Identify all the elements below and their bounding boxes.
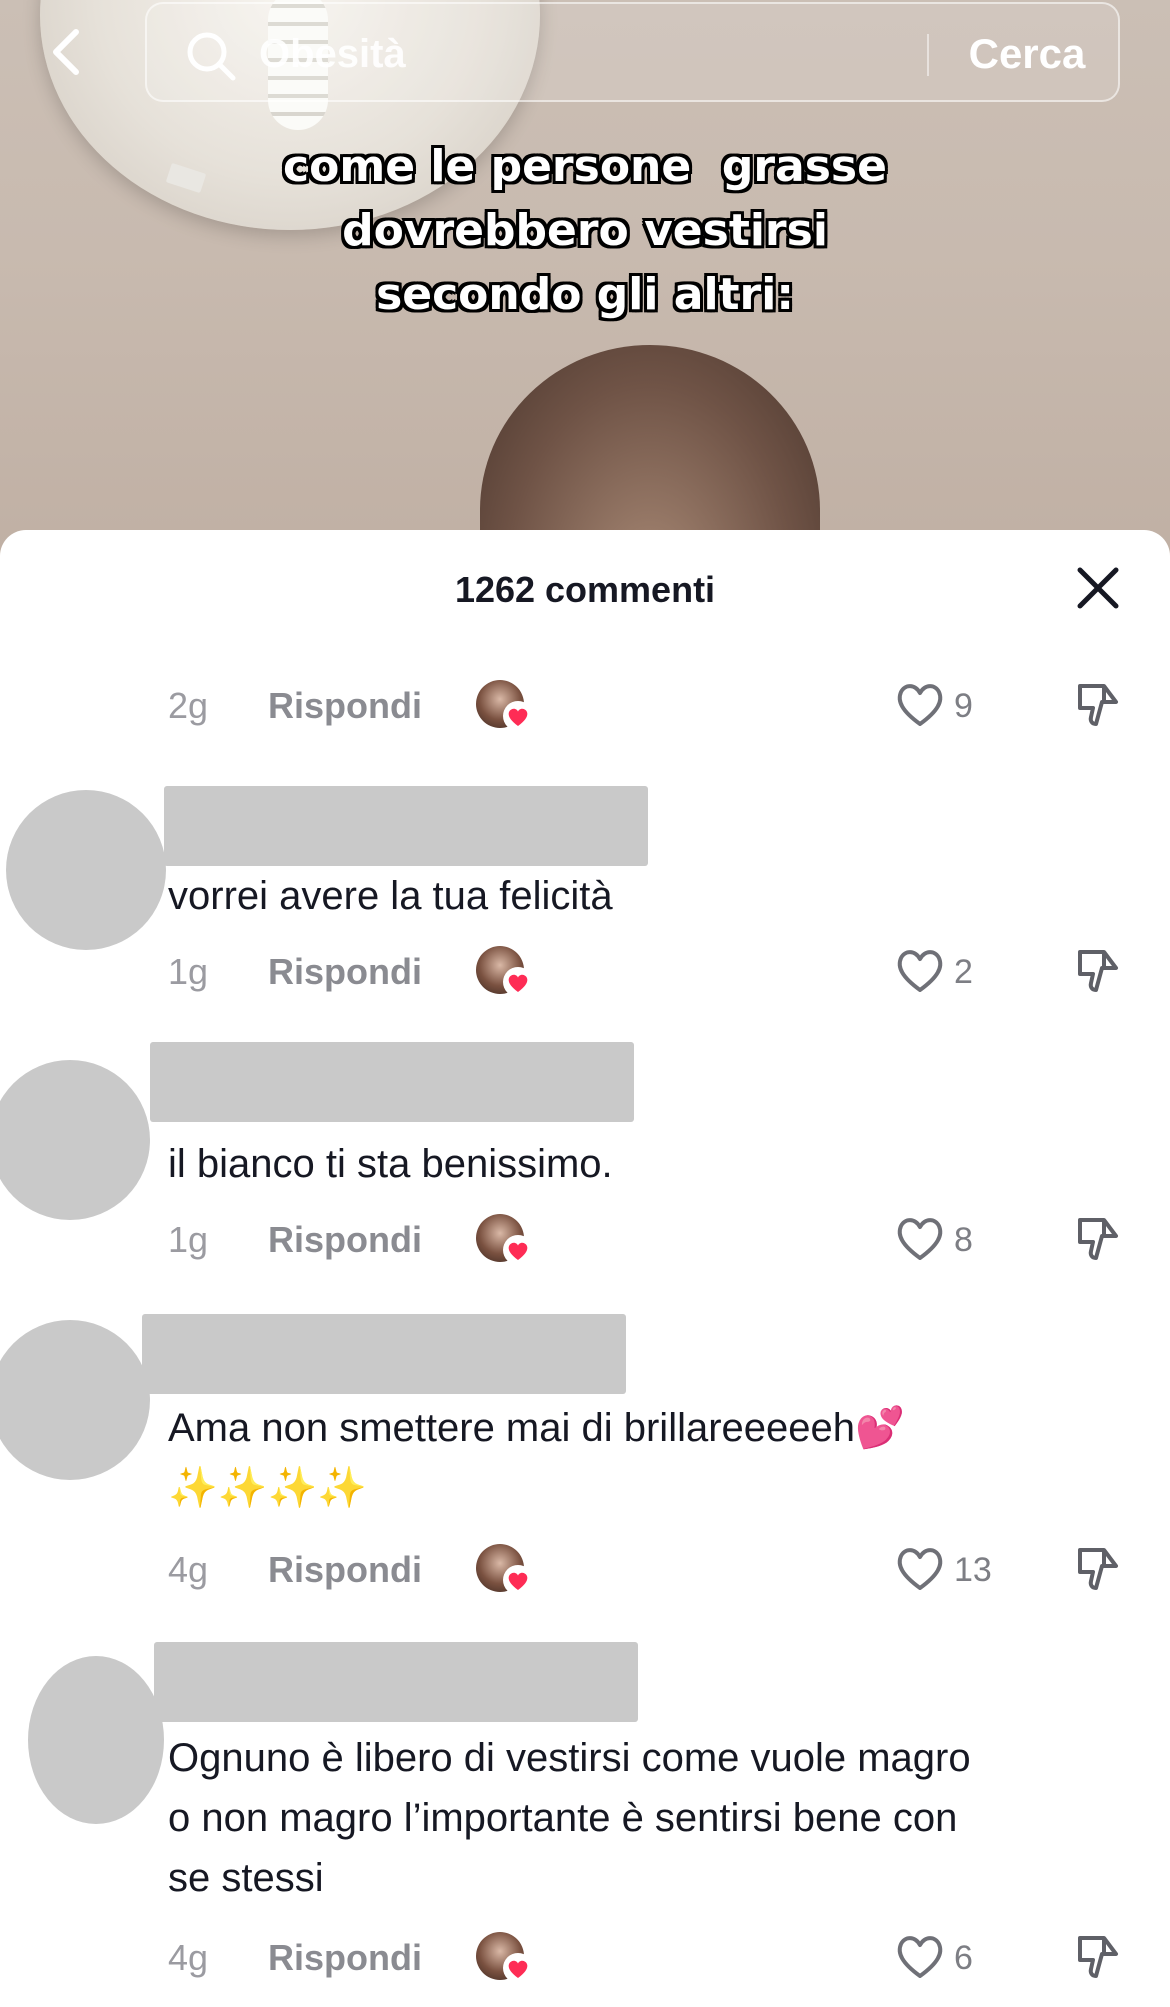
reply-button[interactable]: Rispondi: [268, 684, 422, 728]
comment-text: il bianco ti sta benissimo.: [168, 1142, 613, 1186]
caption-line: dovrebbero vestirsi: [342, 205, 828, 256]
comment-time: 2g: [168, 685, 209, 726]
comment-meta-row: 1g Rispondi 2: [0, 942, 1170, 1002]
like-button[interactable]: [892, 942, 948, 998]
chevron-left-icon: [53, 29, 79, 75]
comment-meta-row: 1g Rispondi 8: [0, 1210, 1170, 1270]
reply-button[interactable]: Rispondi: [268, 1548, 422, 1592]
heart-outline-icon: [897, 1218, 943, 1260]
dislike-button[interactable]: [1072, 1212, 1124, 1264]
username-placeholder[interactable]: [154, 1642, 638, 1722]
search-divider: [927, 34, 929, 76]
thumbs-down-icon: [1078, 1218, 1118, 1260]
comment-time: 1g: [168, 951, 209, 992]
username-placeholder[interactable]: [164, 786, 648, 866]
creator-liked-heart-icon: [503, 1565, 533, 1595]
search-button[interactable]: Cerca: [947, 30, 1107, 78]
comment-time: 1g: [168, 1219, 209, 1260]
comment-meta-row: 4g Rispondi 6: [0, 1928, 1170, 1988]
heart-outline-icon: [897, 1936, 943, 1978]
dislike-button[interactable]: [1072, 678, 1124, 730]
dislike-button[interactable]: [1072, 1930, 1124, 1982]
username-placeholder[interactable]: [142, 1314, 626, 1394]
reply-button[interactable]: Rispondi: [268, 950, 422, 994]
reply-button[interactable]: Rispondi: [268, 1218, 422, 1262]
like-count: 6: [954, 1939, 973, 1977]
username-placeholder[interactable]: [150, 1042, 634, 1122]
thumbs-down-icon: [1078, 1548, 1118, 1590]
comment-time: 4g: [168, 1549, 209, 1590]
comment-text: Ama non smettere mai di brillareeeeeh💕 ✨…: [168, 1406, 905, 1510]
comment-meta-row: 2g Rispondi 9: [0, 676, 1170, 736]
search-bar[interactable]: Obesità Cerca: [145, 2, 1120, 102]
dislike-button[interactable]: [1072, 944, 1124, 996]
like-count: 13: [954, 1551, 992, 1589]
heart-outline-icon: [897, 684, 943, 726]
back-button[interactable]: [40, 24, 96, 80]
reply-button[interactable]: Rispondi: [268, 1936, 422, 1980]
creator-liked-heart-icon: [503, 1235, 533, 1265]
caption-line: come le persone grasse: [283, 141, 887, 192]
dislike-button[interactable]: [1072, 1542, 1124, 1594]
like-count: 9: [954, 687, 973, 725]
commenter-avatar[interactable]: [6, 790, 166, 950]
like-button[interactable]: [892, 1540, 948, 1596]
like-count: 8: [954, 1221, 973, 1259]
like-button[interactable]: [892, 676, 948, 732]
like-count: 2: [954, 953, 973, 991]
search-input[interactable]: Obesità: [259, 30, 406, 78]
thumbs-down-icon: [1078, 1936, 1118, 1978]
person-head: [480, 345, 820, 560]
close-button[interactable]: [1072, 562, 1124, 614]
comment-meta-row: 4g Rispondi 13: [0, 1540, 1170, 1600]
comment-text: vorrei avere la tua felicità: [168, 874, 613, 918]
creator-liked-heart-icon: [503, 1953, 533, 1983]
comments-count-title: 1262 commenti: [454, 569, 716, 610]
thumbs-down-icon: [1078, 950, 1118, 992]
caption-line: secondo gli altri:: [376, 269, 794, 320]
comment-text: Ognuno è libero di vestirsi come vuole m…: [168, 1736, 971, 1900]
creator-liked-heart-icon: [503, 967, 533, 997]
heart-outline-icon: [897, 950, 943, 992]
close-icon: [1077, 567, 1119, 609]
thumbs-down-icon: [1078, 684, 1118, 726]
like-button[interactable]: [892, 1210, 948, 1266]
heart-outline-icon: [897, 1548, 943, 1590]
commenter-avatar[interactable]: [28, 1656, 164, 1824]
video-caption-overlay: come le persone grasse dovrebbero vestir…: [0, 135, 1170, 327]
comment-time: 4g: [168, 1937, 209, 1978]
search-icon: [187, 32, 236, 81]
like-button[interactable]: [892, 1928, 948, 1984]
creator-liked-heart-icon: [503, 701, 533, 731]
